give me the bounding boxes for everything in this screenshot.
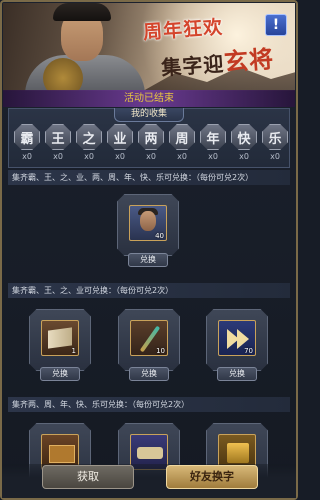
item-quantity: 70 (244, 347, 253, 355)
char-count: x0 (22, 152, 32, 161)
friend-swap-button[interactable]: 好友换字 (166, 465, 258, 489)
arrow-icon[interactable]: 70 (218, 320, 256, 356)
char-slot[interactable]: 之 x0 (76, 124, 102, 161)
char-count: x0 (177, 152, 187, 161)
item-quantity: 1 (71, 347, 76, 355)
banner-title-line1: 周年狂欢 (142, 16, 224, 44)
char-count: x0 (208, 152, 218, 161)
hero-portrait-icon[interactable]: 40 (129, 205, 167, 241)
event-status-text: 活动已结束 (3, 90, 295, 107)
info-button[interactable]: ! (265, 14, 287, 36)
char-slot[interactable]: 两 x0 (138, 124, 164, 161)
staff-icon[interactable]: 10 (130, 320, 168, 356)
event-banner: 周年狂欢 集字迎玄将 ! (3, 3, 295, 91)
char-badge-icon: 业 (107, 124, 133, 150)
char-slot[interactable]: 年 x0 (200, 124, 226, 161)
char-slot[interactable]: 王 x0 (45, 124, 71, 161)
my-collection-label: 我的收集 (114, 108, 184, 122)
collected-characters: 霸 x0 王 x0 之 x0 业 x0 两 x0 周 x0 年 x0 快 x0 乐 x0 (14, 124, 288, 162)
char-slot[interactable]: 周 x0 (169, 124, 195, 161)
char-badge-icon: 霸 (14, 124, 40, 150)
reward-section-title: 集齐霸、王、之、业可兑换：（每份可兑2次） (8, 283, 290, 298)
char-badge-icon: 之 (76, 124, 102, 150)
exclamation-icon: ! (272, 17, 280, 33)
reward-section-title: 集齐两、周、年、快、乐可兑换：（每份可兑2次） (8, 397, 290, 412)
redeem-button[interactable]: 兑换 (129, 367, 169, 381)
char-count: x0 (239, 152, 249, 161)
char-badge-icon: 两 (138, 124, 164, 150)
char-badge-icon: 王 (45, 124, 71, 150)
get-button[interactable]: 获取 (42, 465, 134, 489)
item-quantity: 10 (156, 347, 165, 355)
char-count: x0 (53, 152, 63, 161)
reward-section-title: 集齐霸、王、之、业、两、周、年、快、乐可兑换：（每份可兑2次） (8, 170, 290, 185)
char-slot[interactable]: 快 x0 (231, 124, 257, 161)
char-count: x0 (146, 152, 156, 161)
char-count: x0 (84, 152, 94, 161)
char-badge-icon: 快 (231, 124, 257, 150)
char-slot[interactable]: 业 x0 (107, 124, 133, 161)
char-badge-icon: 周 (169, 124, 195, 150)
redeem-button[interactable]: 兑换 (40, 367, 80, 381)
char-slot[interactable]: 乐 x0 (262, 124, 288, 161)
book-icon[interactable]: 1 (41, 320, 79, 356)
redeem-button[interactable]: 兑换 (128, 253, 168, 267)
char-badge-icon: 乐 (262, 124, 288, 150)
redeem-button[interactable]: 兑换 (217, 367, 257, 381)
char-slot[interactable]: 霸 x0 (14, 124, 40, 161)
char-badge-icon: 年 (200, 124, 226, 150)
char-count: x0 (270, 152, 280, 161)
item-quantity: 40 (155, 232, 164, 240)
char-count: x0 (115, 152, 125, 161)
